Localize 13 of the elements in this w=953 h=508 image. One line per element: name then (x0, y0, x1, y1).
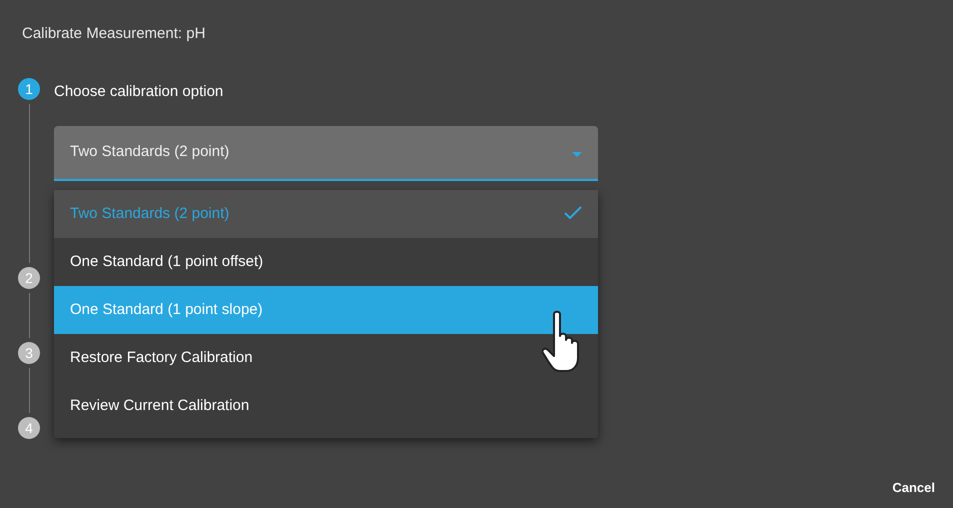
menu-option[interactable]: Review Current Calibration (54, 382, 598, 430)
step-number: 1 (18, 78, 40, 100)
caret-icon (572, 152, 582, 158)
dialog-title: Calibrate Measurement: pH (22, 24, 206, 44)
menu-option[interactable]: One Standard (1 point offset) (54, 238, 598, 286)
step-label: Choose calibration option (54, 82, 224, 102)
step-number: 4 (18, 417, 40, 439)
check-icon (564, 206, 582, 220)
step-number: 2 (18, 267, 40, 289)
cancel-button[interactable]: Cancel (886, 474, 941, 502)
menu-option[interactable]: Restore Factory Calibration (54, 334, 598, 382)
calibration-select[interactable]: Two Standards (2 point) (54, 126, 598, 181)
step-number: 3 (18, 342, 40, 364)
